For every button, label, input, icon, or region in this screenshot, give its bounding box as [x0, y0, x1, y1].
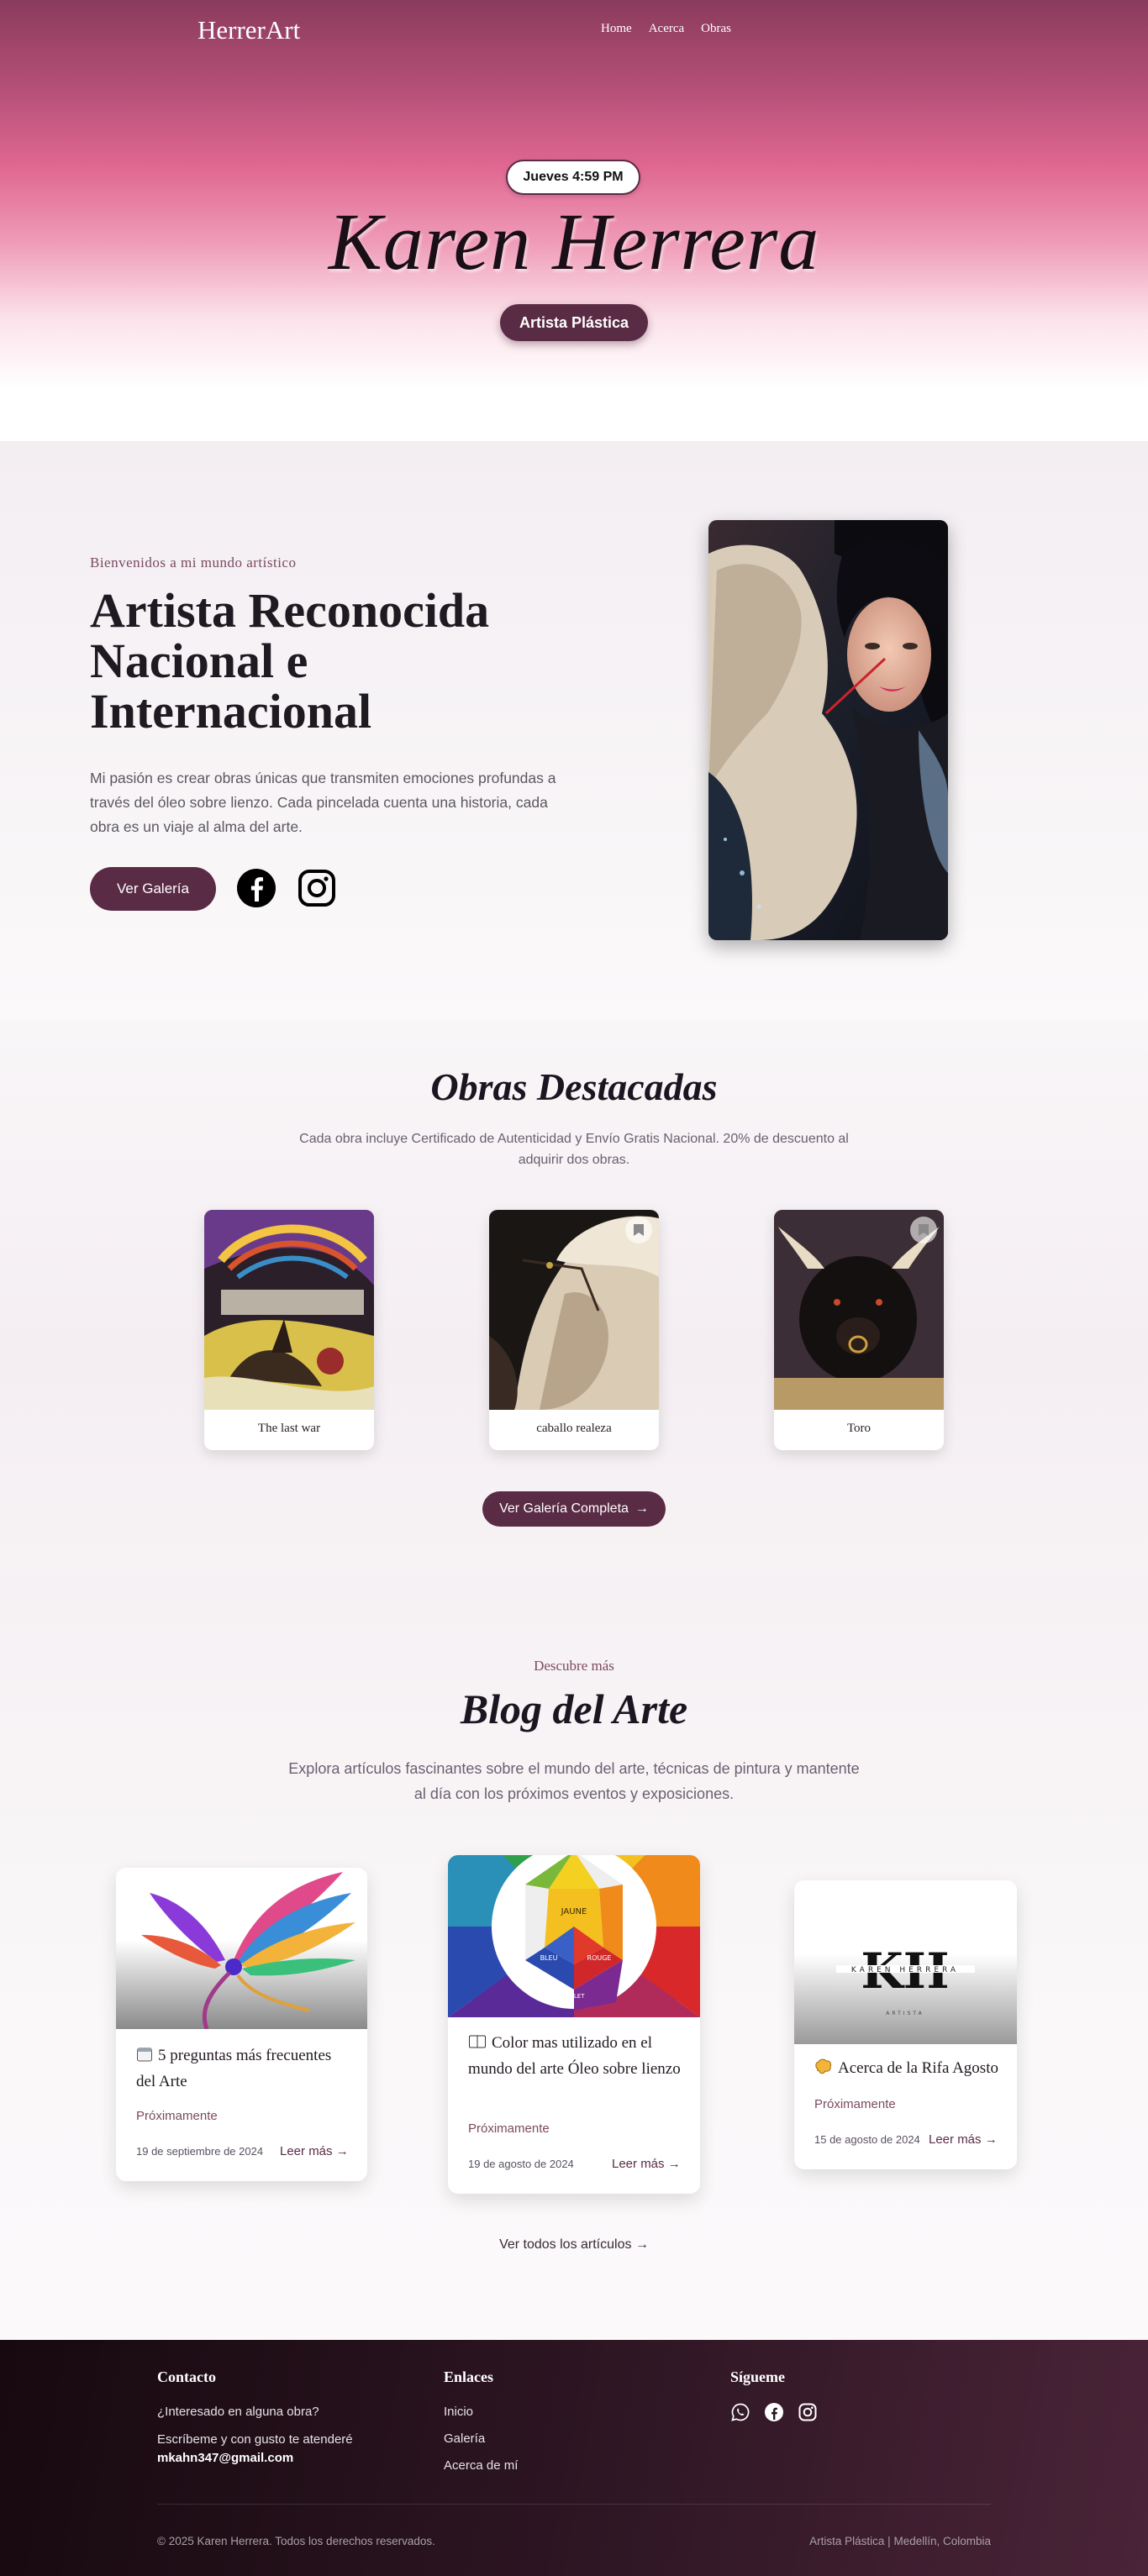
footer-contact-title: Contacto — [157, 2368, 216, 2385]
full-gallery-label: Ver Galería Completa — [499, 1501, 629, 1516]
footer-link-gallery[interactable]: Galería — [444, 2431, 485, 2446]
blog-post-card[interactable]: 5 preguntas más frecuentes del Arte Próx… — [116, 1868, 367, 2181]
artwork-title: Toro — [846, 1422, 872, 1435]
about-title: Artista Reconocida Nacional e Internacio… — [90, 583, 490, 739]
wheel-label: ROUGE — [587, 1954, 612, 1962]
post-date: 19 de agosto de 2024 — [468, 2158, 574, 2170]
logo-sub: ARTISTA — [886, 2011, 924, 2016]
blog-kicker: Descubre más — [534, 1658, 614, 1674]
footer-link-home[interactable]: Inicio — [444, 2405, 473, 2419]
artist-name: Karen Herrera — [328, 197, 820, 287]
post-status: Próximamente — [136, 2109, 218, 2123]
post-image — [116, 1868, 367, 2029]
about-text: Mi pasión es crear obras únicas que tran… — [90, 770, 556, 835]
all-posts-link[interactable]: Ver todos los artículos → — [0, 2237, 1148, 2253]
featured-title: Obras Destacadas — [430, 1065, 718, 1108]
nav-home[interactable]: Home — [601, 22, 632, 36]
facebook-icon[interactable] — [236, 868, 276, 908]
welcome-label: Bienvenidos a mi mundo artístico — [90, 555, 297, 570]
footer-contact-question: ¿Interesado en alguna obra? — [157, 2405, 319, 2419]
logo-name: KAREN HERRERA — [851, 1966, 959, 1974]
footer-links-title: Enlaces — [444, 2368, 494, 2385]
bookmark-button[interactable] — [910, 1217, 937, 1243]
nav-about[interactable]: Acerca — [649, 22, 684, 36]
artwork-title: The last war — [257, 1422, 321, 1435]
footer-contact-line: Escríbeme y con gusto te atenderé — [157, 2432, 353, 2447]
post-title: Color mas utilizado en el mundo del arte… — [468, 2033, 681, 2078]
read-more-link[interactable]: Leer más → — [929, 2132, 998, 2147]
facebook-icon[interactable] — [764, 2402, 784, 2422]
post-title: Acerca de la Rifa Agosto — [814, 2057, 1008, 2083]
post-title: 5 preguntas más frecuentes del Arte — [136, 2046, 332, 2090]
artwork-card[interactable]: Toro — [774, 1210, 944, 1450]
bookmark-button[interactable] — [625, 1217, 652, 1243]
post-status: Próximamente — [468, 2121, 550, 2136]
footer-copyright: © 2025 Karen Herrera. Todos los derechos… — [157, 2535, 435, 2547]
footer-email[interactable]: mkahn347@gmail.com — [157, 2451, 293, 2465]
hero-header: HerrerArt Home Acerca Obras Jueves 4:59 … — [0, 0, 1148, 441]
post-image: KH KAREN HERRERA ARTISTA — [794, 1880, 1017, 2044]
bookmark-icon — [919, 1224, 929, 1236]
arrow-right-icon: → — [635, 2237, 649, 2252]
about-section: Bienvenidos a mi mundo artístico Artista… — [0, 441, 1148, 1021]
post-image: JAUNE ROUGE BLEU VIOLET — [448, 1855, 700, 2017]
instagram-icon[interactable] — [297, 868, 337, 908]
post-date: 19 de septiembre de 2024 — [136, 2145, 264, 2158]
nav-works[interactable]: Obras — [701, 22, 731, 36]
artwork-title: caballo realeza — [536, 1422, 612, 1435]
time-badge: Jueves 4:59 PM — [506, 160, 640, 195]
bookmark-icon — [634, 1224, 644, 1236]
footer-link-about[interactable]: Acerca de mí — [444, 2458, 518, 2473]
read-more-link[interactable]: Leer más → — [612, 2157, 681, 2171]
arrow-right-icon: → — [635, 1501, 649, 1516]
blog-title: Blog del Arte — [460, 1685, 688, 1732]
instagram-icon[interactable] — [798, 2402, 818, 2422]
wheel-label: JAUNE — [561, 1907, 587, 1916]
artwork-card[interactable]: The last war — [204, 1210, 374, 1450]
brain-icon — [814, 2058, 833, 2083]
wheel-label: VIOLET — [564, 1993, 586, 2000]
footer-follow-title: Sígueme — [730, 2368, 785, 2385]
featured-section: Obras Destacadas Cada obra incluye Certi… — [0, 1021, 1148, 1575]
blog-post-card[interactable]: KH KAREN HERRERA ARTISTA Acerca de la Ri… — [794, 1880, 1017, 2169]
artwork-card[interactable]: caballo realeza — [489, 1210, 659, 1450]
blog-description: Explora artículos fascinantes sobre el m… — [288, 1760, 860, 1802]
gallery-button[interactable]: Ver Galería — [90, 867, 216, 911]
footer-divider — [157, 2504, 991, 2505]
post-date: 15 de agosto de 2024 — [814, 2133, 920, 2146]
calendar-icon — [136, 2046, 153, 2070]
post-status: Próximamente — [814, 2097, 896, 2111]
main-nav: Home Acerca Obras — [601, 22, 731, 36]
site-footer: Contacto ¿Interesado en alguna obra? Esc… — [0, 2340, 1148, 2576]
whatsapp-icon[interactable] — [730, 2402, 750, 2422]
full-gallery-button[interactable]: Ver Galería Completa → — [482, 1491, 666, 1527]
artwork-image — [204, 1210, 374, 1410]
read-more-link[interactable]: Leer más → — [280, 2144, 349, 2158]
blog-post-card[interactable]: JAUNE ROUGE BLEU VIOLET Color mas utiliz… — [448, 1855, 700, 2194]
book-icon — [468, 2033, 487, 2058]
role-badge: Artista Plástica — [500, 304, 648, 341]
footer-location: Artista Plástica | Medellín, Colombia — [809, 2535, 991, 2547]
brand-logo[interactable]: HerrerArt — [197, 15, 300, 45]
artist-portrait — [708, 520, 948, 940]
wheel-label: BLEU — [540, 1954, 558, 1962]
featured-description: Cada obra incluye Certificado de Autenti… — [299, 1132, 849, 1167]
blog-section: Descubre más Blog del Arte Explora artíc… — [0, 1575, 1148, 2340]
